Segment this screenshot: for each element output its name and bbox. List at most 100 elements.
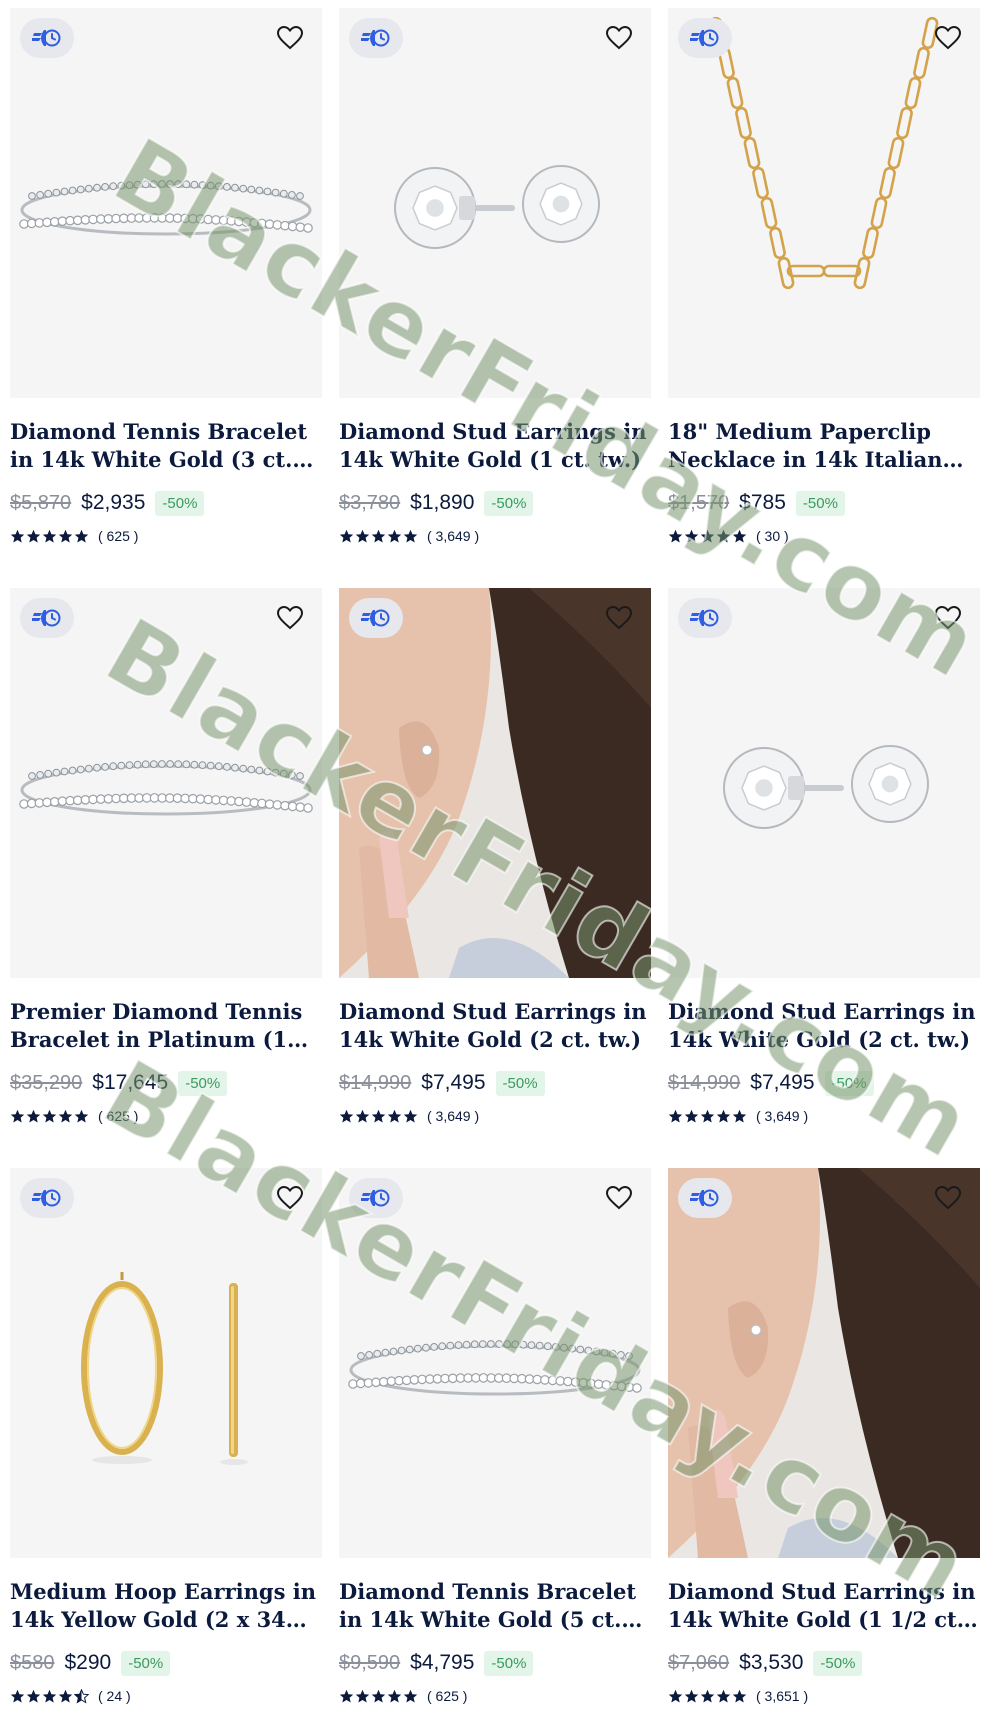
sale-price: $7,495: [421, 1071, 486, 1094]
discount-badge: -50%: [178, 1070, 228, 1096]
heart-outline-icon[interactable]: [605, 24, 633, 52]
review-count[interactable]: ( 625 ): [98, 528, 138, 544]
sale-price: $290: [64, 1651, 112, 1674]
product-title[interactable]: Diamond Tennis Bracelet in 14k White Gol…: [339, 1578, 651, 1634]
review-count[interactable]: ( 24 ): [98, 1688, 131, 1704]
product-image[interactable]: [10, 588, 322, 978]
product-image[interactable]: [10, 8, 322, 398]
product-title[interactable]: Diamond Stud Earrings in 14k White Gold …: [339, 418, 651, 474]
product-title[interactable]: Diamond Stud Earrings in 14k White Gold …: [668, 998, 980, 1054]
price-row: $14,990 $7,495 -50%: [339, 1068, 651, 1098]
fast-shipping-clock-icon: [349, 598, 403, 638]
product-title[interactable]: Premier Diamond Tennis Bracelet in Plati…: [10, 998, 322, 1054]
original-price: $580: [10, 1651, 55, 1674]
star-icon: [716, 1689, 732, 1704]
discount-badge: -50%: [484, 1650, 534, 1676]
price-row: $14,990 $7,495 -50%: [668, 1068, 980, 1098]
product-title[interactable]: 18" Medium Paperclip Necklace in 14k Ita…: [668, 418, 980, 474]
star-icon: [58, 1689, 74, 1704]
review-count[interactable]: ( 3,649 ): [427, 528, 479, 544]
product-card[interactable]: Diamond Stud Earrings in 14k White Gold …: [339, 8, 651, 546]
original-price: $14,990: [339, 1071, 412, 1094]
product-image[interactable]: [668, 8, 980, 398]
product-title[interactable]: Diamond Stud Earrings in 14k White Gold …: [668, 1578, 980, 1634]
product-card[interactable]: Diamond Stud Earrings in 14k White Gold …: [668, 1168, 980, 1706]
price-row: $5,870 $2,935 -50%: [10, 488, 322, 518]
discount-badge: -50%: [824, 1070, 874, 1096]
star-icon: [26, 1689, 42, 1704]
review-count[interactable]: ( 30 ): [756, 528, 789, 544]
product-card[interactable]: Diamond Stud Earrings in 14k White Gold …: [668, 588, 980, 1126]
original-price: $14,990: [668, 1071, 741, 1094]
heart-outline-icon[interactable]: [276, 604, 304, 632]
star-rating: [668, 1689, 748, 1704]
fast-shipping-clock-icon: [20, 598, 74, 638]
star-icon: [700, 1689, 716, 1704]
star-icon: [10, 1689, 26, 1704]
original-price: $5,870: [10, 491, 72, 514]
product-title[interactable]: Medium Hoop Earrings in 14k Yellow Gold …: [10, 1578, 322, 1634]
heart-outline-icon[interactable]: [276, 24, 304, 52]
star-icon: [10, 1109, 26, 1124]
sale-price: $1,890: [410, 491, 475, 514]
star-icon: [716, 1109, 732, 1124]
fast-shipping-clock-icon: [678, 598, 732, 638]
rating-row: ( 30 ): [668, 526, 980, 546]
star-icon: [732, 1689, 748, 1704]
star-icon: [10, 529, 26, 544]
heart-outline-icon[interactable]: [934, 1184, 962, 1212]
review-count[interactable]: ( 3,649 ): [756, 1108, 808, 1124]
product-card[interactable]: Diamond Stud Earrings in 14k White Gold …: [339, 588, 651, 1126]
product-image[interactable]: [10, 1168, 322, 1558]
star-icon: [355, 529, 371, 544]
discount-badge: -50%: [155, 490, 205, 516]
product-card[interactable]: 18" Medium Paperclip Necklace in 14k Ita…: [668, 8, 980, 546]
star-icon: [668, 529, 684, 544]
star-icon: [732, 529, 748, 544]
fast-shipping-clock-icon: [349, 18, 403, 58]
product-image[interactable]: [339, 8, 651, 398]
review-count[interactable]: ( 625 ): [427, 1688, 467, 1704]
heart-outline-icon[interactable]: [934, 24, 962, 52]
original-price: $3,780: [339, 491, 401, 514]
product-card[interactable]: Medium Hoop Earrings in 14k Yellow Gold …: [10, 1168, 322, 1706]
fast-shipping-clock-icon: [20, 18, 74, 58]
star-icon: [732, 1109, 748, 1124]
review-count[interactable]: ( 625 ): [98, 1108, 138, 1124]
product-card[interactable]: Premier Diamond Tennis Bracelet in Plati…: [10, 588, 322, 1126]
heart-outline-icon[interactable]: [605, 604, 633, 632]
product-card[interactable]: Diamond Tennis Bracelet in 14k White Gol…: [339, 1168, 651, 1706]
star-icon: [684, 1109, 700, 1124]
star-icon: [339, 1689, 355, 1704]
product-card[interactable]: Diamond Tennis Bracelet in 14k White Gol…: [10, 8, 322, 546]
star-icon: [74, 1109, 90, 1124]
review-count[interactable]: ( 3,649 ): [427, 1108, 479, 1124]
star-rating: [339, 529, 419, 544]
product-image[interactable]: [339, 588, 651, 978]
product-image[interactable]: [668, 1168, 980, 1558]
original-price: $35,290: [10, 1071, 83, 1094]
star-rating: [668, 529, 748, 544]
product-image[interactable]: [339, 1168, 651, 1558]
star-icon: [74, 529, 90, 544]
fast-shipping-clock-icon: [678, 1178, 732, 1218]
product-grid: Diamond Tennis Bracelet in 14k White Gol…: [0, 0, 990, 1734]
star-icon: [387, 529, 403, 544]
product-image[interactable]: [668, 588, 980, 978]
heart-outline-icon[interactable]: [605, 1184, 633, 1212]
fast-shipping-clock-icon: [20, 1178, 74, 1218]
rating-row: ( 625 ): [339, 1686, 651, 1706]
star-icon: [58, 529, 74, 544]
star-rating: [10, 1109, 90, 1124]
sale-price: $17,645: [92, 1071, 169, 1094]
price-row: $35,290 $17,645 -50%: [10, 1068, 322, 1098]
product-title[interactable]: Diamond Tennis Bracelet in 14k White Gol…: [10, 418, 322, 474]
heart-outline-icon[interactable]: [934, 604, 962, 632]
price-row: $580 $290 -50%: [10, 1648, 322, 1678]
star-icon: [684, 529, 700, 544]
star-icon: [371, 529, 387, 544]
heart-outline-icon[interactable]: [276, 1184, 304, 1212]
star-rating: [668, 1109, 748, 1124]
product-title[interactable]: Diamond Stud Earrings in 14k White Gold …: [339, 998, 651, 1054]
review-count[interactable]: ( 3,651 ): [756, 1688, 808, 1704]
